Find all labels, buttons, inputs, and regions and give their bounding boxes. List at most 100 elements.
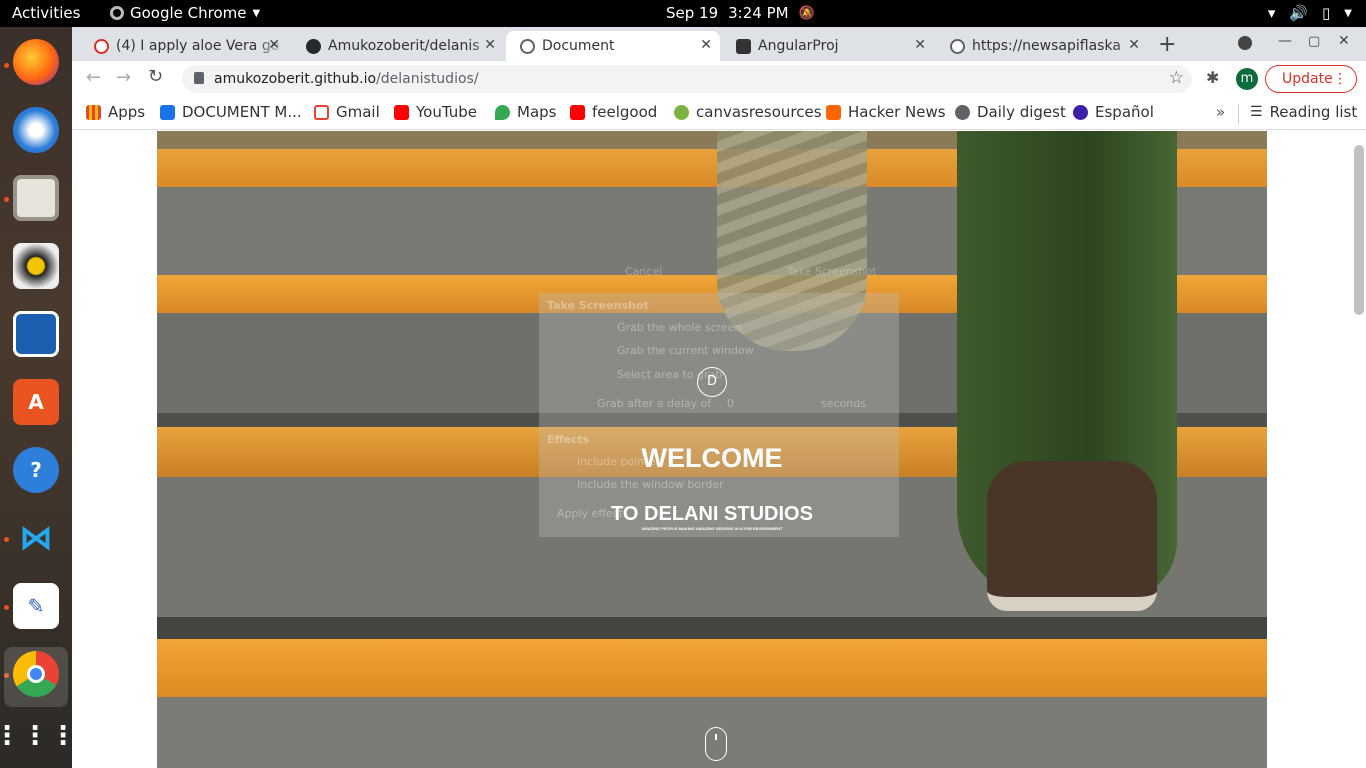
close-icon[interactable]: ✕ (1128, 37, 1140, 53)
extensions-icon[interactable]: ✱ (1206, 68, 1219, 87)
bookmark-gmail[interactable]: Gmail (314, 103, 380, 121)
bookmark-star-icon[interactable]: ☆ (1169, 68, 1184, 88)
tab-title: (4) I apply aloe Vera ge (116, 38, 280, 54)
quora-icon (94, 39, 109, 54)
gmail-icon (314, 104, 329, 120)
reading-list-icon: ☰ (1250, 104, 1263, 120)
clock[interactable]: Sep 19 3:24 PM 🔕 (666, 4, 815, 22)
youtube-icon (394, 104, 409, 120)
help-icon[interactable]: ? (13, 447, 59, 493)
reload-icon[interactable]: ↻ (148, 66, 163, 87)
files-icon[interactable] (13, 175, 59, 221)
url-path: /delanistudios/ (376, 71, 479, 87)
time: 3:24 PM (728, 4, 789, 22)
tab-github[interactable]: Amukozoberit/delanis ✕ (292, 31, 504, 61)
omnibox[interactable]: amukozoberit.github.io/delanistudios/ ☆ (182, 65, 1192, 93)
close-icon[interactable]: ✕ (484, 37, 496, 53)
bookmark-hacker-news[interactable]: Hacker News (826, 103, 946, 121)
tab-title: AngularProj (758, 38, 839, 54)
wifi-icon: ▾ (1267, 4, 1276, 22)
page-scrollbar[interactable] (1354, 145, 1364, 315)
chevron-down-icon: ▼ (1344, 7, 1352, 19)
language-icon (1073, 104, 1088, 120)
close-window-icon[interactable]: ✕ (1338, 33, 1350, 49)
bookmark-label: Apps (108, 103, 146, 121)
github-icon (306, 39, 321, 54)
bookmark-feelgood[interactable]: feelgood (570, 103, 657, 121)
bookmark-canvasresources[interactable]: canvasresources (674, 103, 822, 121)
update-button[interactable]: Update ⋮ (1265, 65, 1357, 93)
globe-icon (955, 104, 970, 120)
bookmark-espanol[interactable]: Español (1073, 103, 1154, 121)
text-editor-icon[interactable]: ✎ (13, 583, 59, 629)
document-icon (160, 104, 175, 120)
running-indicator (4, 537, 9, 542)
hero-section: Take Screenshot Grab the whole screen Gr… (157, 131, 1267, 768)
tab-document[interactable]: Document ✕ (506, 31, 720, 61)
tree-icon (674, 104, 689, 120)
bookmark-maps[interactable]: Maps (495, 103, 556, 121)
firefox-icon[interactable] (13, 39, 59, 85)
rhythmbox-icon[interactable] (13, 243, 59, 289)
apps-grid-icon (86, 104, 101, 120)
bookmark-label: Maps (517, 103, 557, 121)
tab-aloe[interactable]: (4) I apply aloe Vera ge ✕ (80, 31, 288, 61)
tab-title: Document (542, 38, 615, 54)
bookmark-label: Daily digest (977, 103, 1066, 121)
reading-list-button[interactable]: ☰ Reading list (1250, 103, 1357, 121)
software-icon[interactable]: A (13, 379, 59, 425)
dialog-delay-value: 0 (727, 397, 734, 410)
tab-title: Amukozoberit/delanis (328, 38, 480, 54)
chevron-down-icon: ▼ (252, 7, 261, 19)
address-toolbar: ← → ↻ amukozoberit.github.io/delanistudi… (72, 61, 1366, 97)
dock: A ? ⋈ ✎ ⋮⋮⋮ (0, 27, 76, 768)
bookmark-youtube[interactable]: YouTube (394, 103, 477, 121)
forward-icon[interactable]: → (116, 67, 131, 88)
bookmark-label: feelgood (592, 103, 658, 121)
bookmark-label: Gmail (336, 103, 380, 121)
bookmark-apps[interactable]: Apps (86, 103, 145, 121)
battery-icon: ▯ (1322, 4, 1331, 22)
globe-icon (520, 39, 535, 54)
maximize-icon[interactable]: ▢ (1308, 34, 1320, 49)
dialog-take: Take Screenshot (787, 265, 877, 278)
close-icon[interactable]: ✕ (700, 37, 712, 53)
back-icon[interactable]: ← (86, 67, 101, 88)
new-tab-icon[interactable]: + (1158, 32, 1176, 57)
system-tray[interactable]: ▾ 🔊 ▯ ▼ (1268, 4, 1352, 22)
chrome-icon (110, 6, 124, 20)
more-bookmarks-icon[interactable]: » (1216, 103, 1225, 121)
reading-list-label: Reading list (1269, 103, 1358, 121)
tab-angular[interactable]: AngularProj ✕ (722, 31, 934, 61)
activities-button[interactable]: Activities (12, 4, 80, 22)
writer-icon[interactable] (13, 311, 59, 357)
avatar[interactable]: m (1236, 68, 1258, 90)
bookmarks-bar: Apps DOCUMENT M... Gmail YouTube Maps fe… (72, 97, 1366, 130)
tab-newsapi[interactable]: https://newsapiflaska ✕ (936, 31, 1148, 61)
scroll-mouse-icon[interactable] (705, 727, 727, 761)
vscode-icon[interactable]: ⋈ (13, 515, 59, 561)
close-icon[interactable]: ✕ (268, 37, 280, 53)
hacker-news-icon (826, 104, 841, 120)
angular-icon (736, 39, 751, 54)
thunderbird-icon[interactable] (13, 107, 59, 153)
bookmark-document[interactable]: DOCUMENT M... (160, 103, 302, 121)
tab-strip: (4) I apply aloe Vera ge ✕ Amukozoberit/… (72, 27, 1366, 61)
app-menu[interactable]: Google Chrome ▼ (110, 4, 260, 22)
dialog-delay-label: Grab after a delay of (597, 397, 712, 410)
maps-icon (495, 104, 510, 120)
tab-search-icon[interactable] (1238, 36, 1252, 50)
bookmark-label: Hacker News (848, 103, 946, 121)
show-apps-icon[interactable]: ⋮⋮⋮ (0, 713, 76, 759)
chrome-icon[interactable] (13, 651, 59, 697)
more-icon: ⋮ (1333, 71, 1347, 87)
minimize-icon[interactable]: — (1278, 33, 1292, 49)
date: Sep 19 (666, 4, 719, 22)
youtube-icon (570, 104, 585, 120)
system-top-bar: Activities Google Chrome ▼ Sep 19 3:24 P… (0, 0, 1366, 27)
bookmark-daily-digest[interactable]: Daily digest (955, 103, 1066, 121)
dialog-include-border: Include the window border (577, 478, 724, 491)
dialog-cancel: Cancel (625, 265, 663, 278)
close-icon[interactable]: ✕ (914, 37, 926, 53)
hero-photo-shoe (987, 461, 1157, 611)
